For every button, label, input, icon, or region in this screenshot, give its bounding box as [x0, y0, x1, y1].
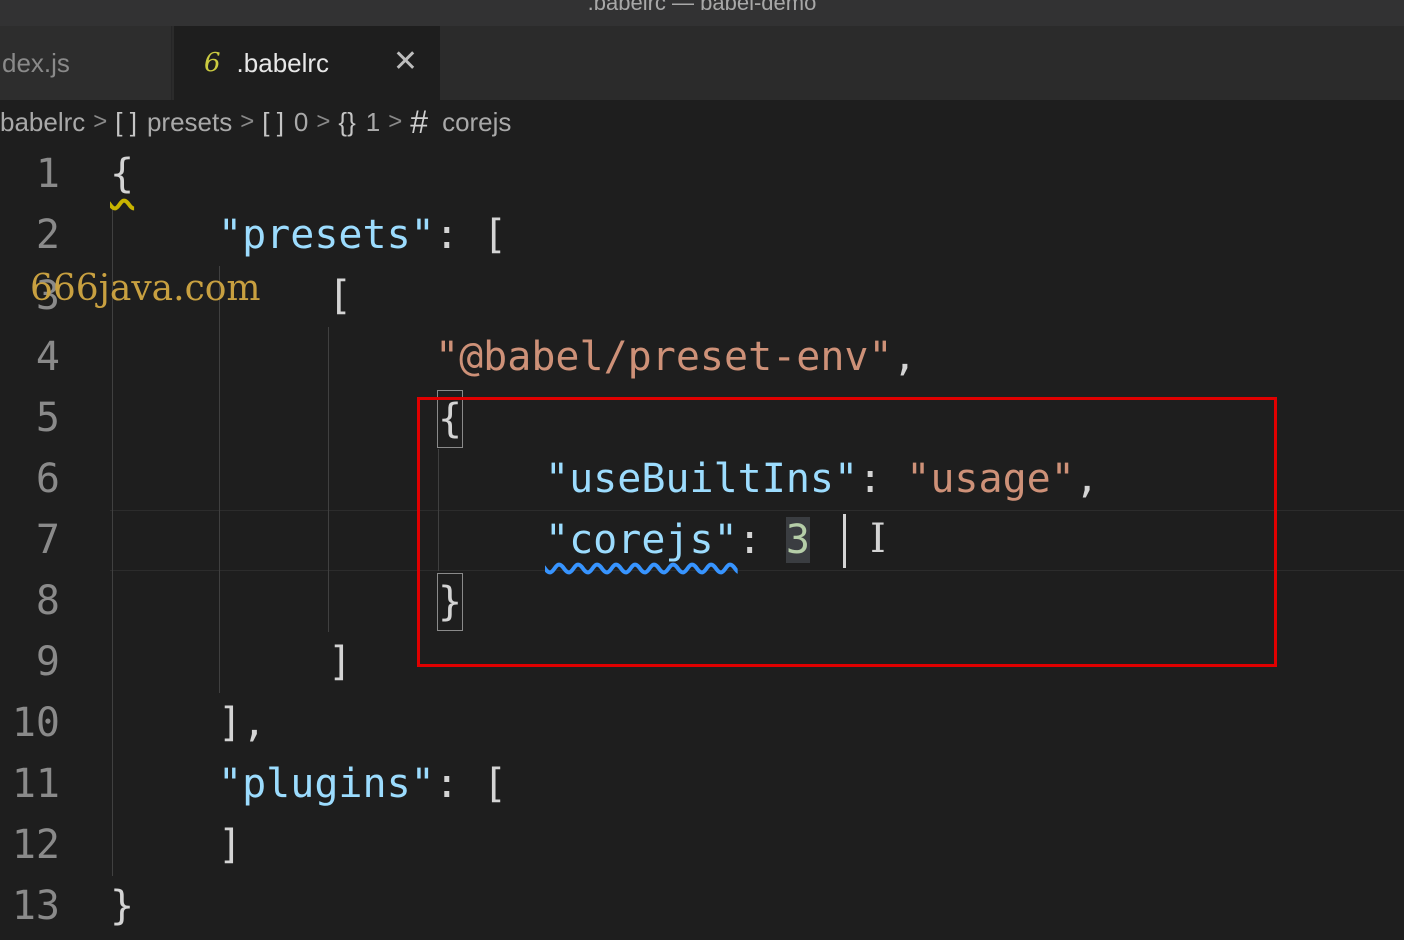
- code-text: "presets": [: [218, 205, 507, 266]
- json-key: "presets": [218, 212, 435, 258]
- code-text: "@babel/preset-env",: [435, 327, 917, 388]
- code-line: 11 "plugins": [: [0, 754, 1404, 815]
- tab-bar: dex.js 6 .babelrc ✕: [0, 26, 1404, 100]
- code-text: ]: [328, 639, 353, 685]
- array-icon: [ ]: [115, 106, 137, 137]
- object-icon: {}: [338, 106, 356, 137]
- code-line: 4 "@babel/preset-env",: [0, 327, 1404, 388]
- breadcrumb-index-1[interactable]: 1: [366, 107, 380, 138]
- line-number: 9: [35, 639, 60, 685]
- code-line: 13 }: [0, 876, 1404, 937]
- breadcrumb: babelrc > [ ] presets > [ ] 0 > {} 1 > #…: [0, 100, 1404, 144]
- breadcrumb-corejs[interactable]: corejs: [442, 107, 511, 138]
- close-icon[interactable]: ✕: [393, 44, 418, 79]
- code-line: 1 {: [0, 144, 1404, 205]
- code-text: "plugins": [: [218, 754, 507, 815]
- json-punct: : [: [434, 212, 507, 258]
- number-property-icon: #: [410, 103, 429, 140]
- window-title-bar: .babelrc — babel-demo: [0, 0, 1404, 26]
- line-number: 1: [35, 151, 60, 197]
- array-icon: [ ]: [262, 106, 284, 137]
- line-number: 13: [11, 883, 60, 929]
- json-config-icon: 6: [204, 48, 221, 78]
- window-title: .babelrc — babel-demo: [587, 0, 817, 15]
- code-text: }: [110, 883, 135, 929]
- line-number: 5: [35, 395, 60, 441]
- code-line: 12 ]: [0, 815, 1404, 876]
- tab-babelrc[interactable]: 6 .babelrc ✕: [174, 26, 440, 100]
- annotation-highlight-box: [417, 397, 1277, 667]
- line-number: 12: [11, 822, 60, 868]
- line-number: 6: [35, 456, 60, 502]
- json-string: "@babel/preset-env": [435, 334, 893, 380]
- line-number: 11: [11, 761, 60, 807]
- tab-index-js[interactable]: dex.js: [0, 26, 172, 100]
- code-line: 2 "presets": [: [0, 205, 1404, 266]
- json-punct: ,: [892, 334, 917, 380]
- chevron-right-icon: >: [388, 108, 403, 135]
- line-number: 10: [11, 700, 60, 746]
- line-number: 8: [35, 578, 60, 624]
- json-key: "plugins": [218, 761, 435, 807]
- code-line: 10 ],: [0, 693, 1404, 754]
- breadcrumb-presets[interactable]: presets: [147, 107, 232, 138]
- chevron-right-icon: >: [240, 108, 255, 135]
- code-text: {: [110, 151, 135, 197]
- tab-label: .babelrc: [236, 47, 330, 78]
- chevron-right-icon: >: [316, 108, 331, 135]
- line-number: 2: [35, 212, 60, 258]
- code-text: [: [328, 273, 353, 319]
- chevron-right-icon: >: [93, 108, 108, 135]
- watermark: 666java.com: [30, 268, 261, 309]
- breadcrumb-file[interactable]: babelrc: [0, 107, 85, 138]
- code-text: ],: [218, 700, 267, 746]
- tab-label: dex.js: [2, 47, 70, 78]
- line-number: 7: [35, 517, 60, 563]
- breadcrumb-index-0[interactable]: 0: [294, 107, 308, 138]
- code-text: ]: [218, 822, 243, 868]
- line-number: 4: [35, 334, 60, 380]
- json-punct: : [: [434, 761, 507, 807]
